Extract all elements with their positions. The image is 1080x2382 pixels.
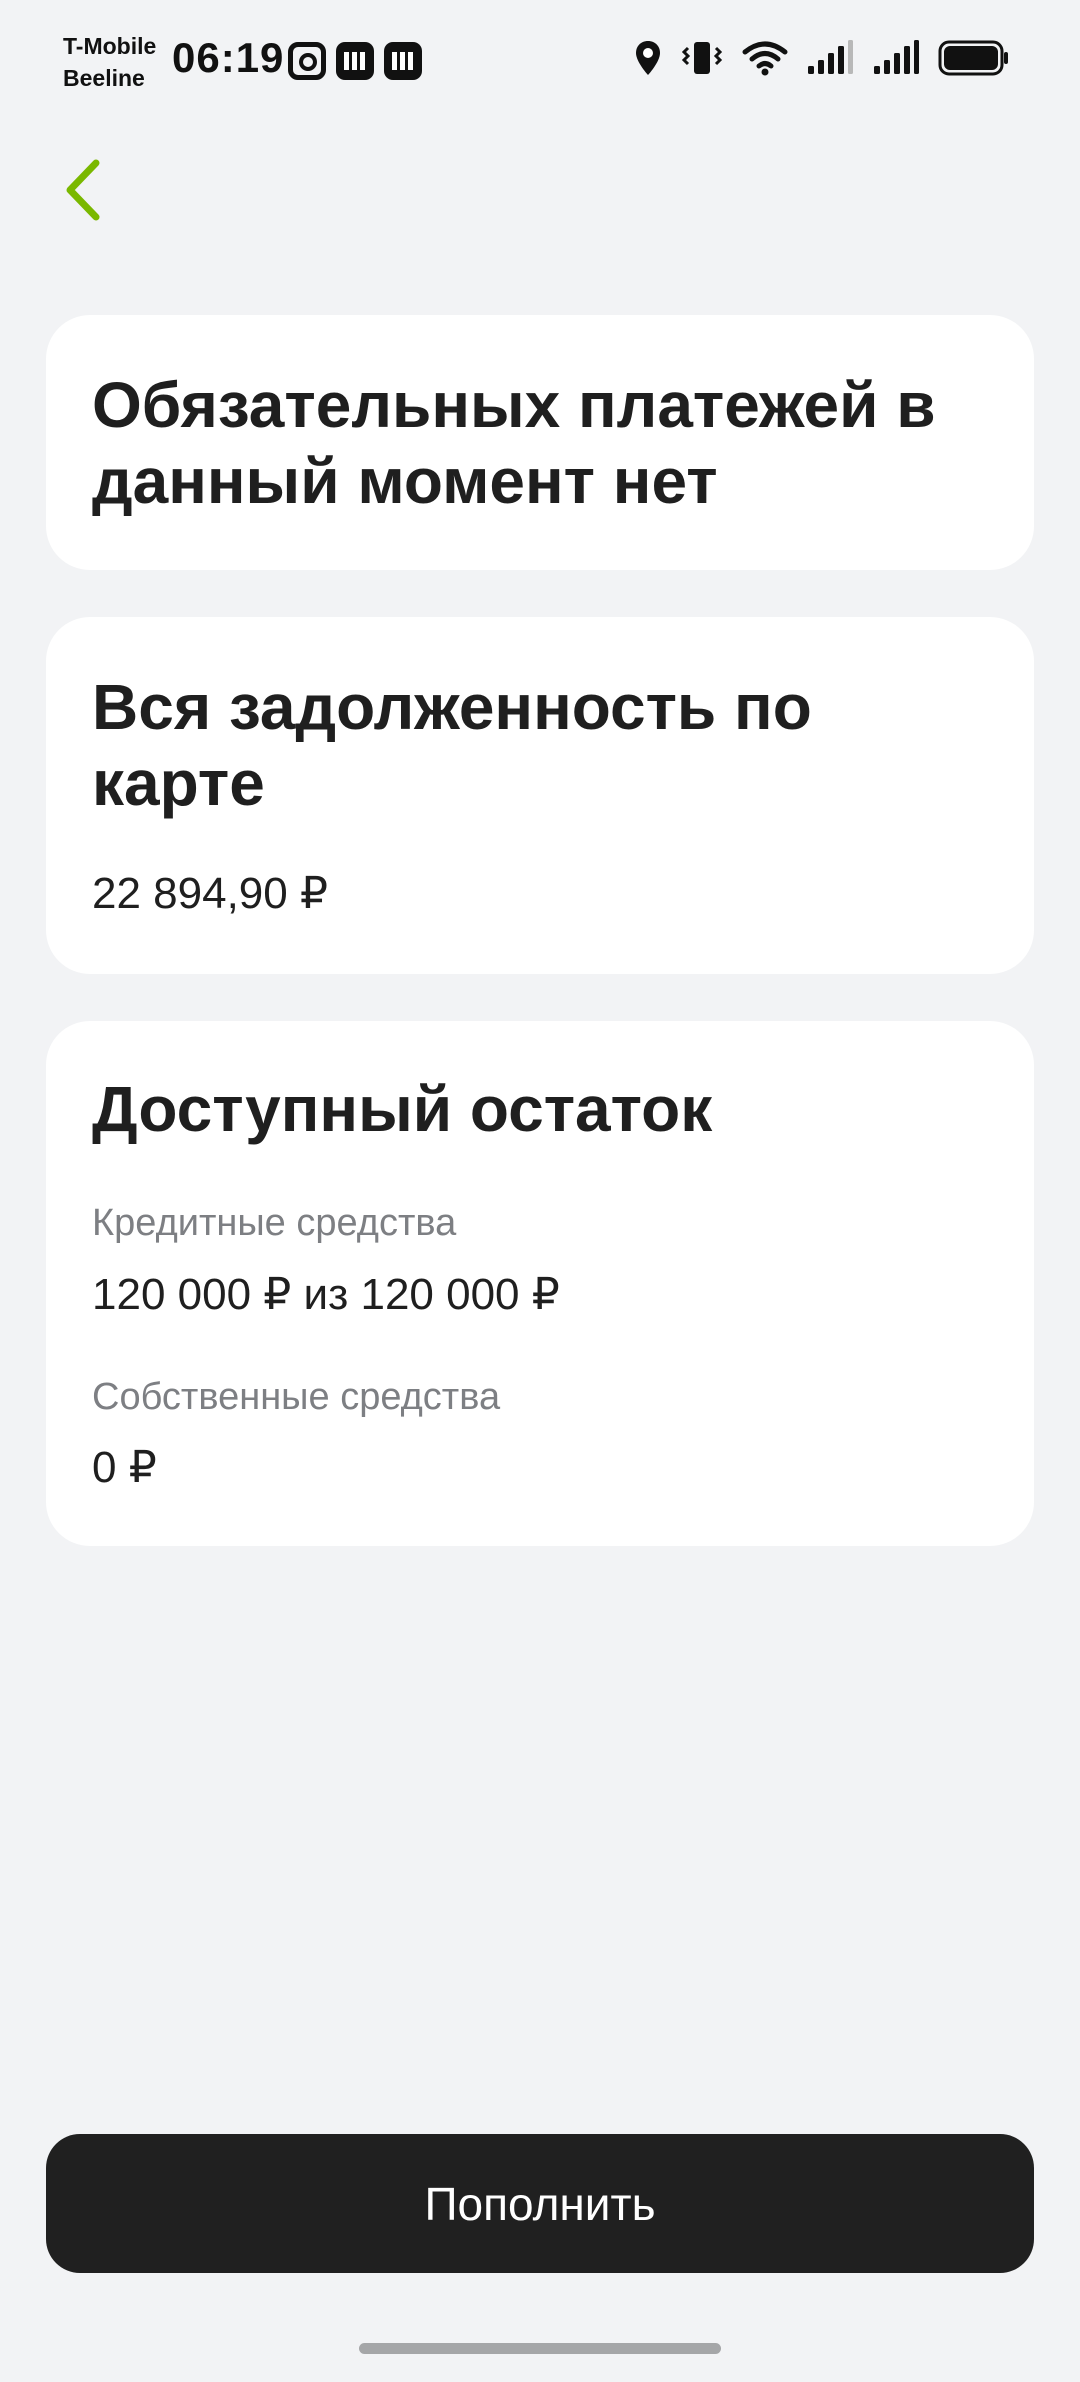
own-funds-value: 0 ₽	[92, 1443, 157, 1492]
system-icons	[634, 40, 1010, 76]
bank-app-icon	[384, 42, 422, 80]
topup-button[interactable]: Пополнить	[46, 2134, 1034, 2273]
instagram-icon	[288, 42, 326, 80]
credit-funds-label: Кредитные средства	[92, 1202, 457, 1244]
battery-icon	[938, 40, 1008, 76]
back-button[interactable]	[52, 150, 112, 230]
signal-icon	[808, 40, 853, 74]
status-bar: T-Mobile Beeline 06:19	[0, 0, 1080, 125]
available-balance-card: Доступный остаток Кредитные средства 120…	[46, 1021, 1034, 1546]
signal-icon	[874, 40, 919, 74]
own-funds-label: Собственные средства	[92, 1376, 501, 1418]
status-clock: 06:19	[172, 34, 285, 81]
carrier-name-secondary: Beeline	[63, 65, 145, 91]
wifi-icon	[742, 41, 788, 76]
chevron-left-icon	[66, 159, 100, 221]
total-debt-card[interactable]: Вся задолженность по карте 22 894,90 ₽	[46, 617, 1034, 974]
mandatory-payments-card: Обязательных платежей в данный момент не…	[46, 315, 1034, 570]
available-balance-title: Доступный остаток	[92, 1073, 713, 1145]
total-debt-amount: 22 894,90 ₽	[92, 869, 328, 918]
mandatory-payments-title: Обязательных платежей в данный момент не…	[92, 369, 936, 517]
total-debt-title: Вся задолженность по карте	[92, 671, 812, 819]
vibrate-icon	[681, 42, 723, 74]
notification-icons	[288, 42, 422, 80]
bank-app-icon	[336, 42, 374, 80]
carrier-info: T-Mobile Beeline	[63, 30, 156, 94]
credit-funds-value: 120 000 ₽ из 120 000 ₽	[92, 1270, 560, 1319]
location-icon	[636, 41, 660, 75]
home-indicator[interactable]	[359, 2343, 721, 2354]
carrier-name-primary: T-Mobile	[63, 33, 157, 59]
